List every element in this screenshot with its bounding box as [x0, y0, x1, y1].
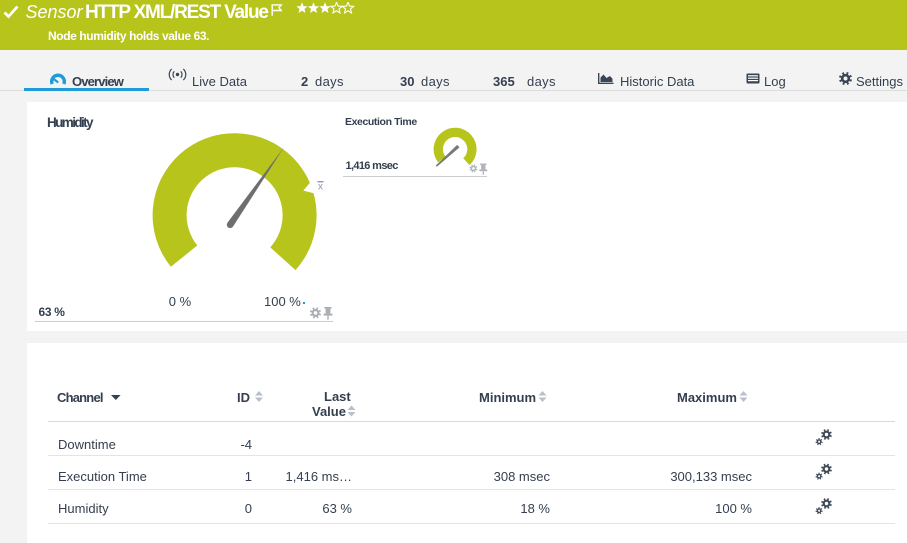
- svg-text:x: x: [318, 182, 323, 193]
